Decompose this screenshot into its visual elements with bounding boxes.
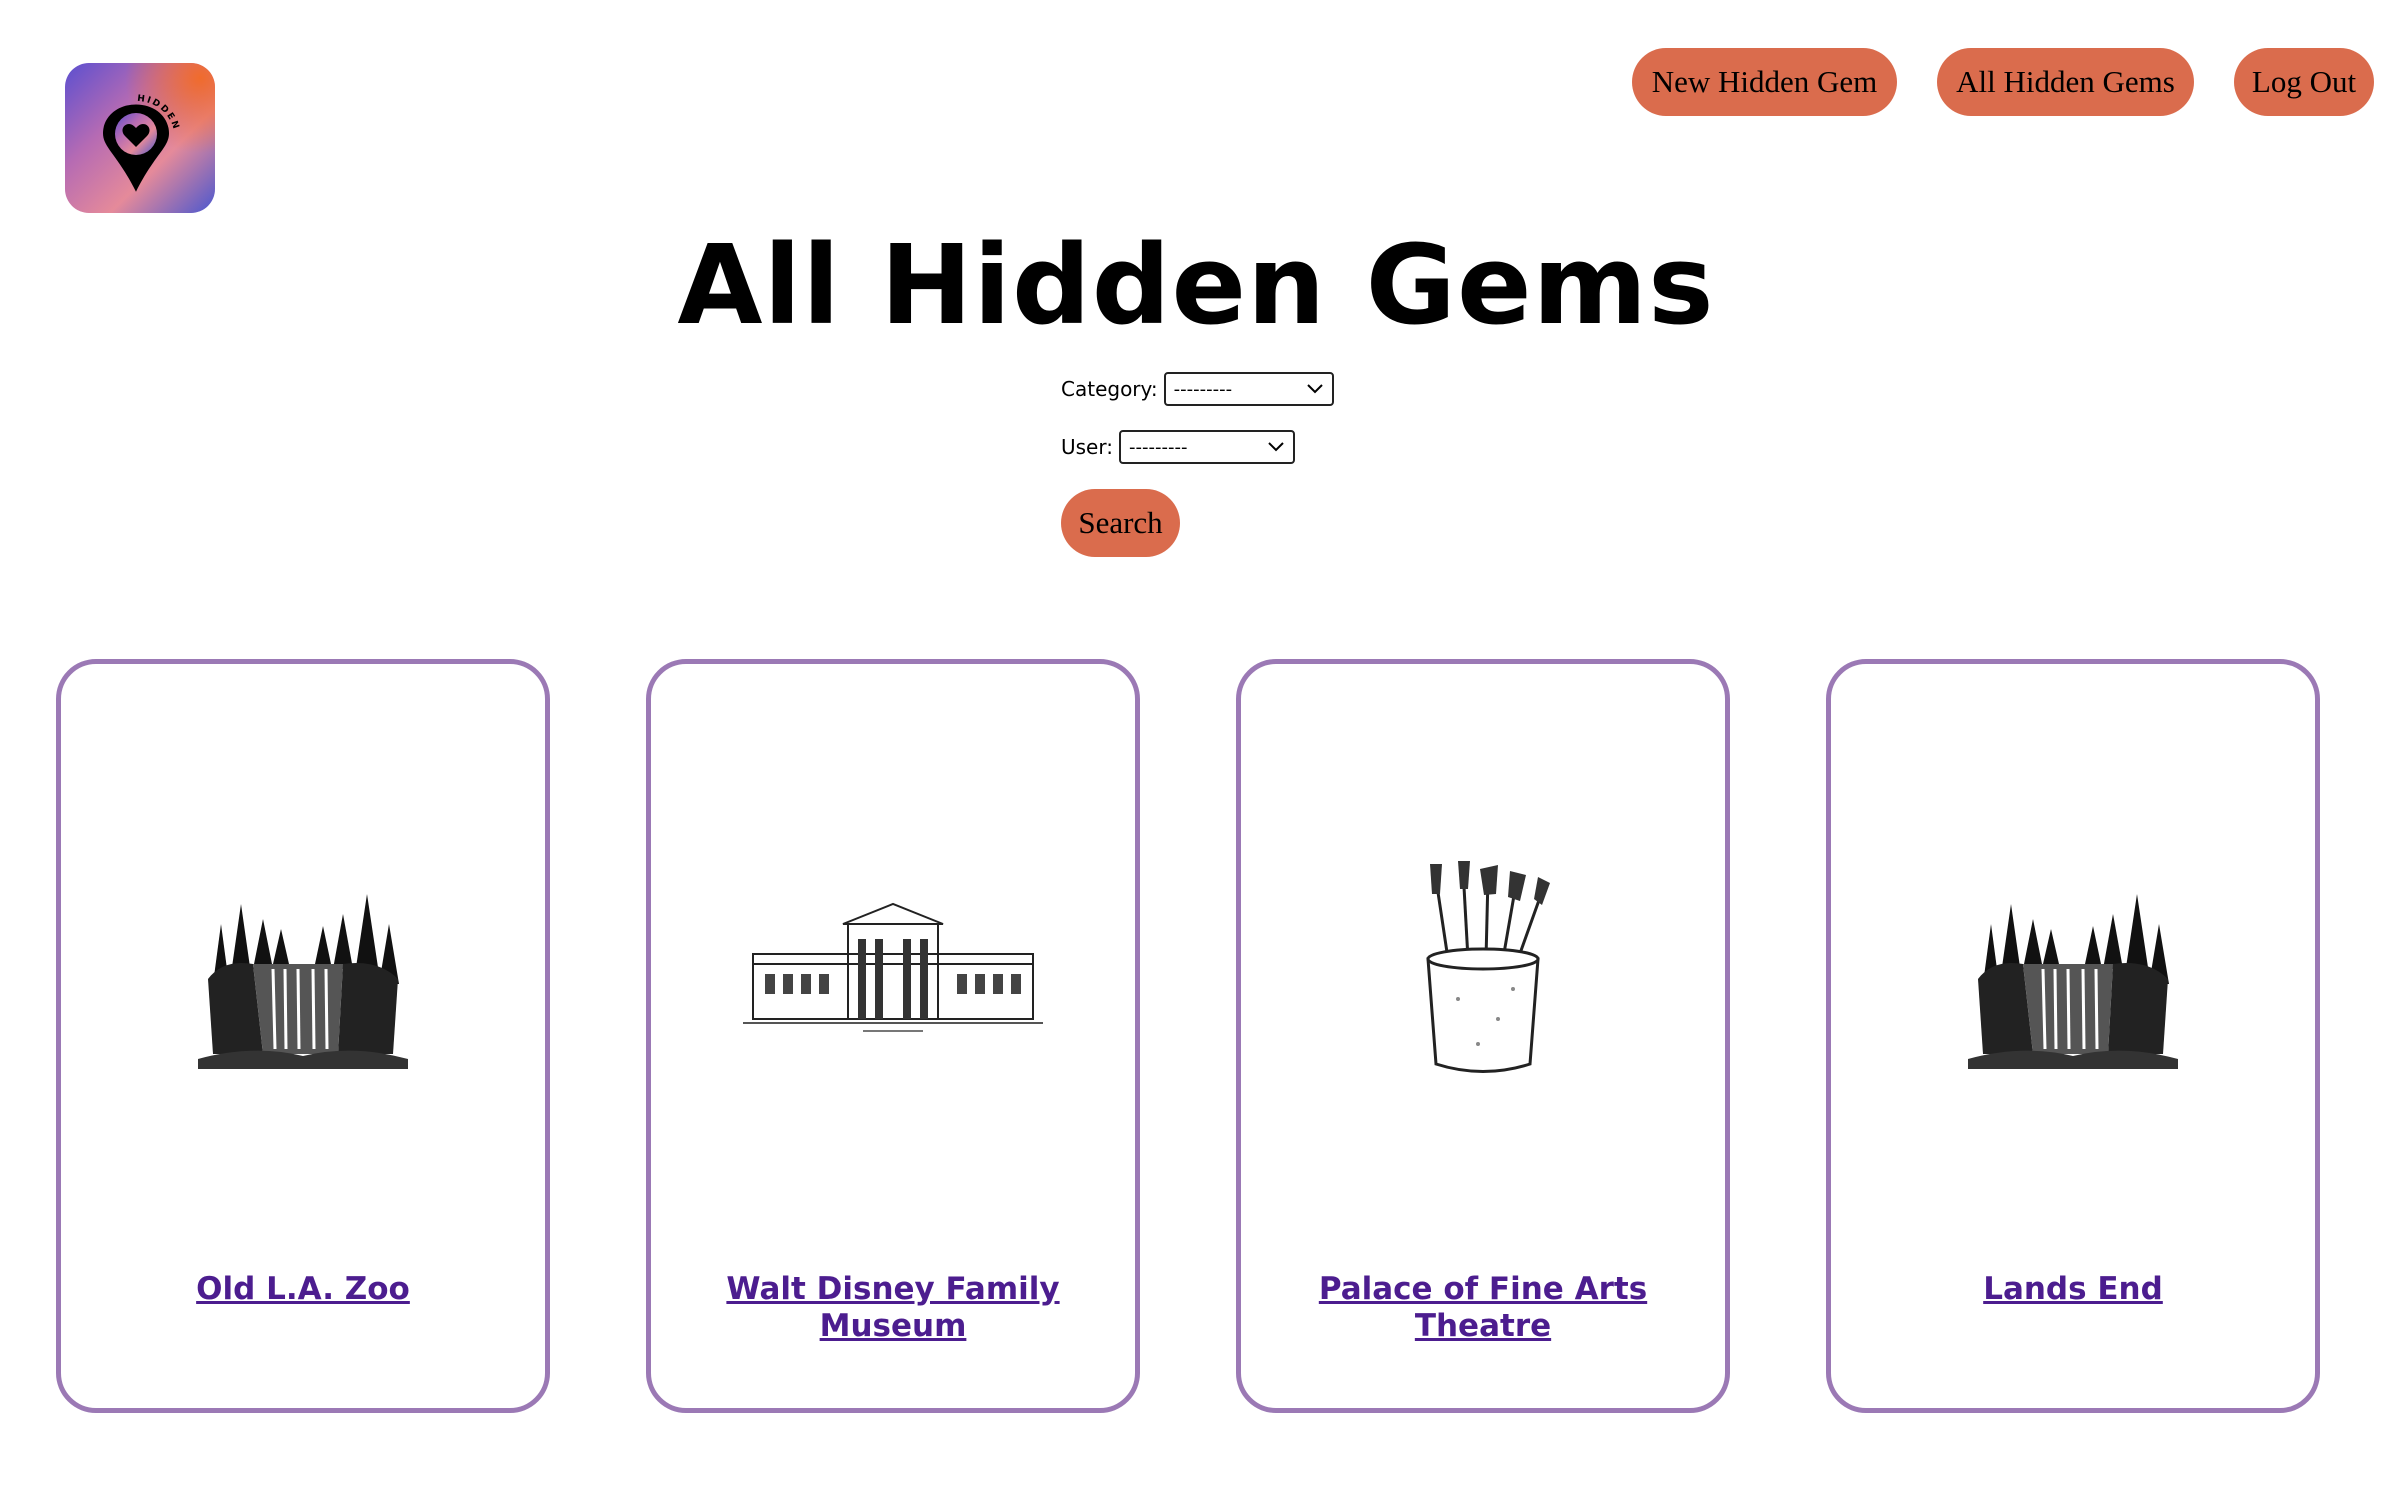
gem-card: Lands End bbox=[1826, 659, 2320, 1413]
search-button[interactable]: Search bbox=[1061, 489, 1180, 557]
card-image bbox=[61, 854, 545, 1084]
card-title-link[interactable]: Old L.A. Zoo bbox=[101, 1271, 505, 1308]
waterfall-icon bbox=[1968, 894, 2178, 1069]
user-select-value: --------- bbox=[1128, 436, 1188, 458]
category-select-value: --------- bbox=[1173, 378, 1233, 400]
gem-card: Walt Disney Family Museum bbox=[646, 659, 1140, 1413]
gem-card: Palace of Fine Arts Theatre bbox=[1236, 659, 1730, 1413]
card-title-link[interactable]: Walt Disney Family Museum bbox=[691, 1271, 1095, 1345]
category-select[interactable]: --------- bbox=[1163, 372, 1334, 406]
gem-card: Old L.A. Zoo bbox=[56, 659, 550, 1413]
log-out-button[interactable]: Log Out bbox=[2234, 48, 2374, 116]
category-filter: Category: --------- bbox=[1061, 372, 1334, 406]
all-hidden-gems-button[interactable]: All Hidden Gems bbox=[1937, 48, 2194, 116]
top-nav: New Hidden Gem All Hidden Gems Log Out bbox=[0, 48, 2392, 118]
museum-building-icon bbox=[743, 902, 1043, 1032]
category-label: Category: bbox=[1061, 377, 1158, 401]
card-title-link[interactable]: Lands End bbox=[1871, 1271, 2275, 1308]
user-select[interactable]: --------- bbox=[1118, 430, 1295, 464]
page-title: All Hidden Gems bbox=[677, 221, 1715, 349]
paintbrush-jar-icon bbox=[1426, 861, 1550, 1073]
waterfall-icon bbox=[198, 894, 408, 1069]
card-title-link[interactable]: Palace of Fine Arts Theatre bbox=[1281, 1271, 1685, 1345]
chevron-down-icon bbox=[1306, 384, 1323, 394]
user-label: User: bbox=[1061, 435, 1113, 459]
card-image bbox=[651, 854, 1135, 1084]
card-image bbox=[1831, 854, 2315, 1084]
user-filter: User: --------- bbox=[1061, 430, 1295, 464]
new-hidden-gem-button[interactable]: New Hidden Gem bbox=[1632, 48, 1897, 116]
card-image bbox=[1241, 854, 1725, 1084]
chevron-down-icon bbox=[1268, 442, 1284, 452]
